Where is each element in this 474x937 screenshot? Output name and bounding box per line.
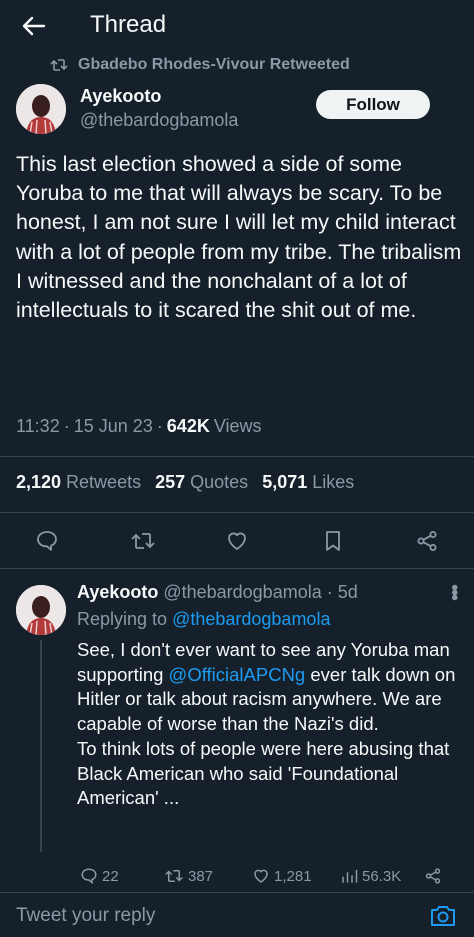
reply-author-avatar[interactable] <box>16 585 66 635</box>
retweets-count: 2,120 <box>16 472 62 492</box>
meta-separator: · <box>156 416 163 436</box>
author-handle[interactable]: @thebardogbamola <box>80 110 238 131</box>
divider <box>0 456 474 457</box>
retweet-icon <box>165 870 183 882</box>
retweet-icon <box>50 59 68 71</box>
meta-separator: · <box>63 416 70 436</box>
share-icon[interactable] <box>412 526 442 556</box>
reply-author-name[interactable]: Ayekooto <box>77 582 158 603</box>
reply-count: 22 <box>102 867 119 885</box>
likes-label: Likes <box>312 472 355 492</box>
like-icon[interactable] <box>222 526 252 556</box>
follow-button[interactable]: Follow <box>316 90 430 119</box>
reply-share-action[interactable] <box>424 867 442 885</box>
retweets-stat[interactable]: 2,120 Retweets <box>16 472 141 493</box>
tweet-actions <box>0 522 474 560</box>
tweet-text: This last election showed a side of some… <box>16 152 468 323</box>
reply-mention[interactable]: @OfficialAPCNg <box>169 664 306 685</box>
reply-text-part: To think lots of people were here abusin… <box>77 737 450 809</box>
retweets-label: Retweets <box>66 472 142 492</box>
back-arrow-icon[interactable] <box>18 12 50 40</box>
reply-input[interactable]: Tweet your reply <box>16 905 155 927</box>
divider <box>0 568 474 569</box>
reply-views-action[interactable]: 56.3K <box>340 867 401 885</box>
tweet-date: 15 Jun 23 <box>73 416 153 436</box>
likes-count: 5,071 <box>262 472 308 492</box>
author-avatar[interactable] <box>16 84 66 134</box>
page-title: Thread <box>90 11 167 38</box>
like-count: 1,281 <box>274 867 312 885</box>
replying-to: Replying to @thebardogbamola <box>77 609 330 630</box>
more-options-icon[interactable]: ••• <box>443 584 465 599</box>
reply-age: 5d <box>337 582 358 602</box>
views-label: Views <box>213 416 262 436</box>
quotes-label: Quotes <box>190 472 249 492</box>
tweet-meta: 11:32 · 15 Jun 23 · 642K Views <box>16 416 262 437</box>
reply-like-action[interactable]: 1,281 <box>252 867 312 885</box>
reply-icon[interactable] <box>32 526 62 556</box>
reply-composer-bar: Tweet your reply <box>0 892 474 937</box>
retweet-count: 387 <box>188 867 214 885</box>
reply-separator: · <box>326 582 333 602</box>
retweet-context-text: Gbadebo Rhodes-Vivour Retweeted <box>78 56 350 73</box>
tweet-time: 11:32 <box>16 416 60 436</box>
camera-icon[interactable] <box>427 901 459 931</box>
quotes-stat[interactable]: 257 Quotes <box>155 472 248 493</box>
reply-retweet-action[interactable]: 387 <box>164 867 213 885</box>
tweet-stats: 2,120 Retweets 257 Quotes 5,071 Likes <box>16 472 354 493</box>
view-count: 56.3K <box>362 867 402 885</box>
retweet-context: Gbadebo Rhodes-Vivour Retweeted <box>50 54 350 76</box>
reply-author-handle[interactable]: @thebardogbamola <box>163 582 321 603</box>
reply-text: See, I don't ever want to see any Yoruba… <box>77 638 467 811</box>
replying-to-label: Replying to <box>77 609 168 629</box>
bookmark-icon[interactable] <box>318 526 348 556</box>
retweet-icon[interactable] <box>128 526 158 556</box>
reply-reply-action[interactable]: 22 <box>80 867 119 885</box>
divider <box>0 512 474 513</box>
top-bar: Thread <box>0 0 474 52</box>
reply-header: Ayekooto @thebardogbamola · 5d <box>77 582 358 603</box>
reply-icon <box>81 868 97 885</box>
likes-stat[interactable]: 5,071 Likes <box>262 472 354 493</box>
replying-to-handle[interactable]: @thebardogbamola <box>172 609 330 629</box>
reply-actions: 22 387 1,281 56.3K <box>0 864 474 890</box>
views-icon <box>342 870 358 883</box>
author-name[interactable]: Ayekooto <box>80 86 161 107</box>
like-icon <box>254 869 268 883</box>
quotes-count: 257 <box>155 472 186 492</box>
share-icon <box>425 868 441 884</box>
views-count: 642K <box>166 416 210 436</box>
thread-line <box>40 640 42 852</box>
